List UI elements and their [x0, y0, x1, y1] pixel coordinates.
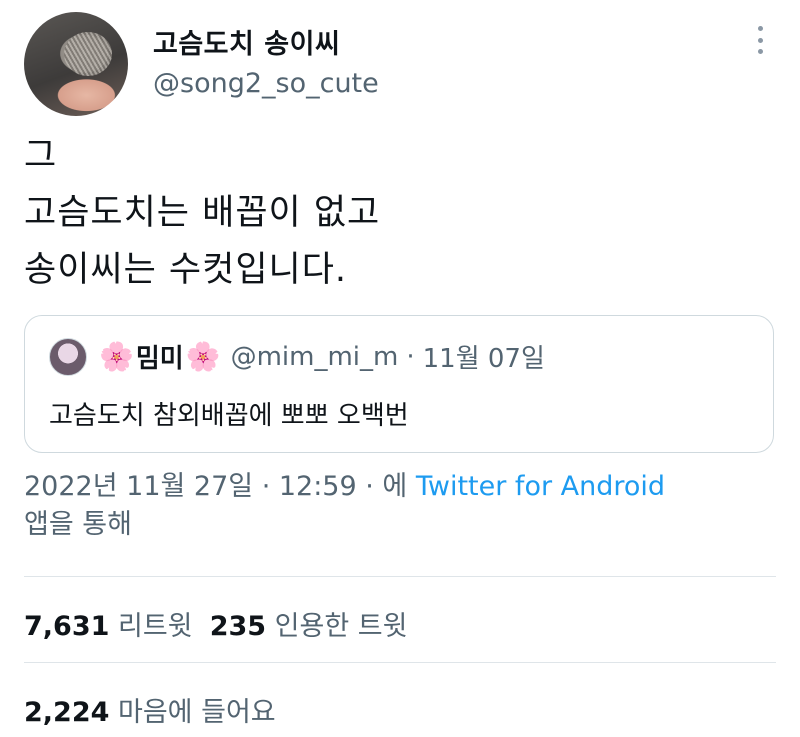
quoted-author-handle[interactable]: @mim_mi_m — [231, 342, 399, 372]
quoted-tweet-header: 🌸 밈미 🌸 @mim_mi_m · 11월 07일 — [99, 338, 545, 375]
tweet-source-link[interactable]: Twitter for Android — [416, 471, 665, 502]
quote-label[interactable]: 인용한 트윗 — [275, 611, 408, 642]
quoted-tweet-text: 고슴도치 참외배꼽에 뽀뽀 오백번 — [49, 401, 409, 431]
quoted-tweet-date[interactable]: 11월 07일 — [423, 338, 545, 375]
tweet-source-suffix: 앱을 통해 — [24, 509, 132, 540]
author-display-name[interactable]: 고슴도치 송이씨 — [153, 22, 340, 61]
quoted-author-name[interactable]: 밈미 — [136, 338, 184, 375]
more-vertical-icon[interactable] — [754, 26, 766, 54]
cherry-blossom-icon: 🌸 — [99, 339, 134, 373]
avatar-hedgehog — [64, 32, 112, 76]
retweet-quote-stats: 7,631 리트윗 235 인용한 트윗 — [24, 604, 407, 643]
quoted-tweet-card[interactable]: 🌸 밈미 🌸 @mim_mi_m · 11월 07일 고슴도치 참외배꼽에 뽀뽀… — [24, 315, 774, 453]
quoted-author-avatar[interactable] — [49, 338, 87, 376]
tweet-text: 그 고슴도치는 배꼽이 없고 송이씨는 수컷입니다. — [24, 128, 380, 299]
likes-count[interactable]: 2,224 — [24, 697, 109, 728]
author-handle[interactable]: @song2_so_cute — [153, 68, 379, 99]
tweet-line: 그 — [24, 136, 58, 176]
quote-count[interactable]: 235 — [210, 611, 266, 642]
profile-avatar[interactable] — [24, 12, 128, 116]
tweet-line: 고슴도치는 배꼽이 없고 — [24, 193, 381, 233]
likes-stats: 2,224 마음에 들어요 — [24, 690, 276, 729]
cherry-blossom-icon: 🌸 — [185, 339, 221, 373]
divider — [24, 662, 776, 663]
divider — [24, 576, 776, 577]
tweet-datetime[interactable]: 2022년 11월 27일 · 12:59 · 에 — [24, 471, 407, 502]
retweet-label[interactable]: 리트윗 — [118, 611, 193, 642]
retweet-count[interactable]: 7,631 — [24, 611, 109, 642]
tweet-metadata: 2022년 11월 27일 · 12:59 · 에 Twitter for An… — [24, 468, 784, 544]
separator-dot: · — [406, 341, 415, 372]
tweet-line: 송이씨는 수컷입니다. — [24, 250, 348, 290]
likes-label[interactable]: 마음에 들어요 — [118, 697, 276, 728]
